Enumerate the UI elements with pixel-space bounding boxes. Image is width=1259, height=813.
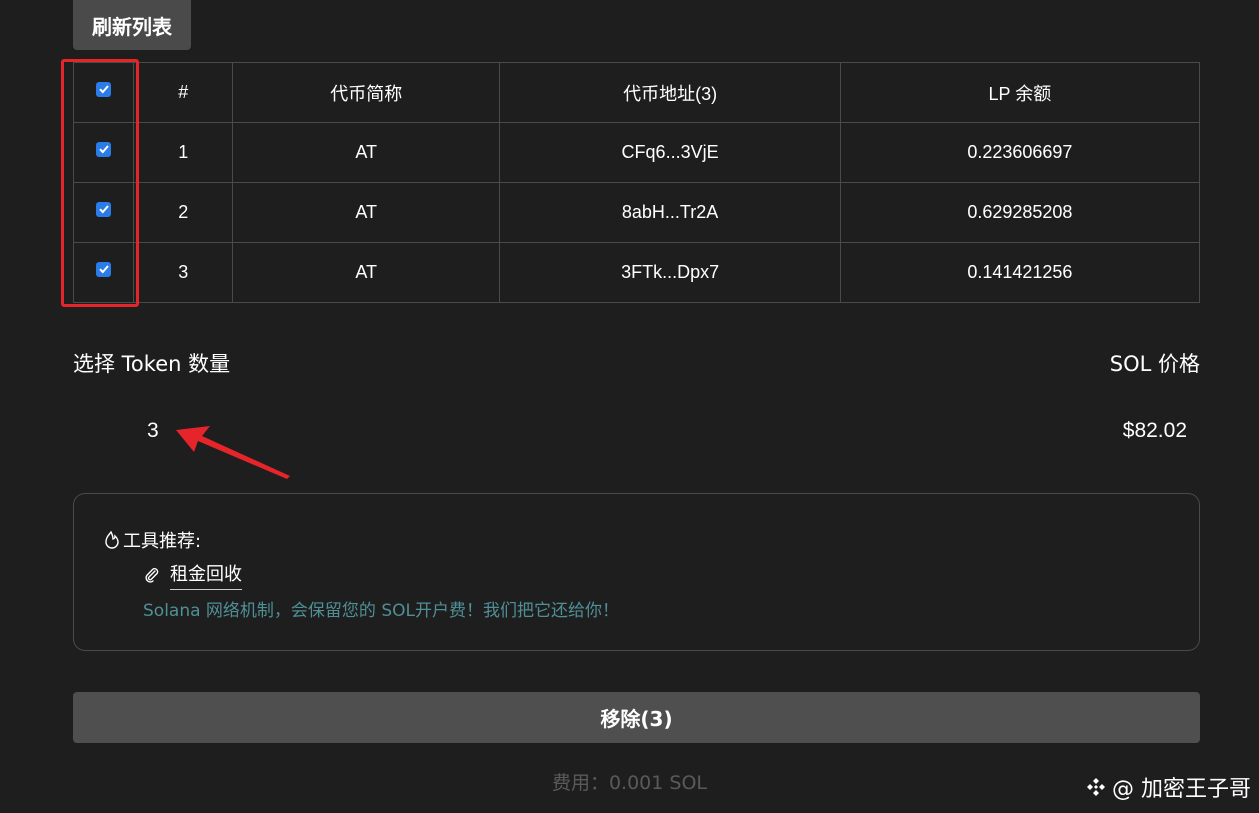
watermark-text: @ 加密王子哥 (1112, 777, 1251, 802)
row-address: CFq6...3VjE (499, 122, 841, 183)
select-all-cell[interactable] (72, 62, 135, 123)
watermark: @ 加密王子哥 (1084, 771, 1251, 803)
tool-recommendation-title: 工具推荐: (104, 527, 201, 553)
refresh-list-button[interactable]: 刷新列表 (73, 0, 191, 50)
header-number: # (133, 62, 234, 123)
table-row: 3 AT 3FTk...Dpx7 0.141421256 (72, 242, 1201, 303)
tool-description: Solana 网络机制，会保留您的 SOL开户费！我们把它还给你！ (143, 601, 619, 621)
tool-title-text: 工具推荐: (123, 531, 202, 552)
flame-icon (105, 531, 119, 549)
row-number: 1 (133, 122, 234, 183)
row-lp-balance: 0.629285208 (839, 182, 1201, 243)
table-row: 2 AT 8abH...Tr2A 0.629285208 (72, 182, 1201, 243)
selected-count-value: 3 (147, 419, 159, 442)
paperclip-icon (145, 568, 159, 583)
row-checkbox[interactable] (96, 261, 112, 277)
row-checkbox[interactable] (96, 141, 112, 157)
table-header-row: # 代币简称 代币地址(3) LP 余额 (72, 62, 1201, 123)
binance-logo-icon (1087, 778, 1105, 796)
row-lp-balance: 0.141421256 (839, 242, 1201, 303)
rent-recovery-link-text[interactable]: 租金回收 (170, 560, 242, 590)
table-row: 1 AT CFq6...3VjE 0.223606697 (72, 122, 1201, 183)
row-checkbox-cell[interactable] (72, 182, 135, 243)
row-checkbox-cell[interactable] (72, 242, 135, 303)
fee-text: 费用：0.001 SOL (551, 772, 708, 794)
row-number: 2 (133, 182, 234, 243)
rent-recovery-link[interactable]: 租金回收 (144, 560, 242, 590)
header-symbol: 代币简称 (232, 62, 501, 123)
header-address: 代币地址(3) (499, 62, 841, 123)
row-checkbox-cell[interactable] (72, 122, 135, 183)
row-checkbox[interactable] (96, 201, 112, 217)
select-all-checkbox[interactable] (96, 81, 112, 97)
row-symbol: AT (232, 242, 501, 303)
annotation-arrow-icon (176, 426, 290, 479)
row-address: 8abH...Tr2A (499, 182, 841, 243)
sol-price-label: SOL 价格 (1109, 352, 1200, 376)
row-address: 3FTk...Dpx7 (499, 242, 841, 303)
remove-button[interactable]: 移除(3) (73, 692, 1200, 743)
row-symbol: AT (232, 182, 501, 243)
token-table: # 代币简称 代币地址(3) LP 余额 1 AT CFq6...3VjE 0.… (72, 62, 1201, 303)
select-token-count-label: 选择 Token 数量 (73, 352, 231, 376)
tool-recommendation-panel: 工具推荐: 租金回收 Solana 网络机制，会保留您的 SOL开户费！我们把它… (73, 493, 1200, 651)
header-lp-balance: LP 余额 (839, 62, 1201, 123)
row-lp-balance: 0.223606697 (839, 122, 1201, 183)
row-symbol: AT (232, 122, 501, 183)
row-number: 3 (133, 242, 234, 303)
sol-price-value: $82.02 (1122, 419, 1187, 442)
